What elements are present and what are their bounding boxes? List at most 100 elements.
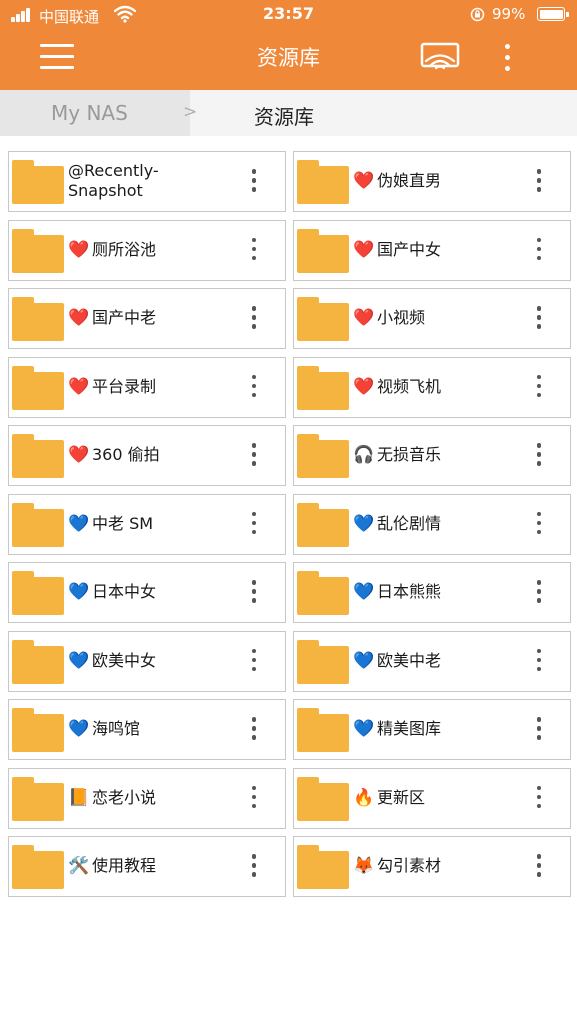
more-vertical-icon[interactable] <box>245 235 263 265</box>
folder-label: ❤️ 小视频 <box>353 289 523 347</box>
folder-label: 💙 欧美中老 <box>353 632 523 690</box>
folder-tile[interactable]: 🔥 更新区 <box>293 767 571 829</box>
folder-label: 💙 中老 SM <box>68 495 238 553</box>
folder-icon <box>12 776 64 822</box>
folder-icon <box>297 297 349 342</box>
folder-tile[interactable]: ❤️ 国产中老 <box>8 288 286 349</box>
folder-tile[interactable]: 💙 乱伦剧情 <box>293 493 571 555</box>
rotation-lock-icon <box>470 7 485 22</box>
app-header: 中国联通 23:57 99% 资源库 <box>0 0 577 90</box>
more-vertical-icon[interactable] <box>245 783 263 813</box>
folder-icon <box>12 845 64 890</box>
folder-icon <box>12 571 64 616</box>
breadcrumb-root-label[interactable]: My NAS <box>51 101 128 125</box>
folder-icon <box>297 708 349 753</box>
more-vertical-icon[interactable] <box>245 372 263 402</box>
folder-tile[interactable]: 🎧 无损音乐 <box>293 425 571 486</box>
folder-tile[interactable]: ❤️ 小视频 <box>293 288 571 349</box>
folder-icon <box>297 639 349 685</box>
cast-icon[interactable] <box>420 42 460 72</box>
folder-label: 🔥 更新区 <box>353 769 523 827</box>
folder-label: 🛠️ 使用教程 <box>68 837 238 895</box>
folder-name: 恋老小说 <box>92 787 157 807</box>
folder-tile[interactable]: 💙 海鸣馆 <box>8 699 286 760</box>
more-vertical-icon[interactable] <box>245 646 263 676</box>
folder-tile[interactable]: 💙 欧美中老 <box>293 630 571 692</box>
folder-label: 💙 日本中女 <box>68 563 238 621</box>
folder-label: 🦊 勾引素材 <box>353 837 523 895</box>
folder-tile[interactable]: 🛠️ 使用教程 <box>8 836 286 897</box>
more-vertical-icon[interactable] <box>530 440 548 470</box>
folder-tile[interactable]: 📙 恋老小说 <box>8 767 286 829</box>
folder-name: 欧美中老 <box>377 650 442 670</box>
more-vertical-icon[interactable] <box>530 166 548 196</box>
more-vertical-icon[interactable] <box>245 851 263 881</box>
folder-icon <box>297 571 349 616</box>
more-vertical-icon[interactable] <box>530 372 548 402</box>
page-title: 资源库 <box>257 46 320 70</box>
folder-emoji: ❤️ <box>68 239 90 260</box>
folder-name: 使用教程 <box>92 856 157 875</box>
more-vertical-icon[interactable] <box>245 577 263 607</box>
folder-tile[interactable]: @Recently- Snapshot <box>8 151 286 212</box>
folder-name: 小视频 <box>377 308 426 327</box>
breadcrumb: My NAS > 资源库 <box>0 90 577 136</box>
more-vertical-icon[interactable] <box>530 577 548 607</box>
folder-icon <box>12 502 64 548</box>
folder-name: 欧美中女 <box>92 650 157 670</box>
folder-tile[interactable]: ❤️ 360 偷拍 <box>8 425 286 486</box>
more-vertical-icon[interactable] <box>245 714 263 744</box>
folder-tile[interactable]: 🦊 勾引素材 <box>293 836 571 897</box>
folder-icon <box>12 365 64 411</box>
folder-emoji: 🎧 <box>353 445 375 465</box>
folder-name: 国产中老 <box>92 308 157 327</box>
more-vertical-icon[interactable] <box>245 509 263 539</box>
folder-emoji: 📙 <box>68 787 90 808</box>
folder-tile[interactable]: ❤️ 国产中女 <box>293 219 571 281</box>
more-vertical-icon[interactable] <box>530 714 548 744</box>
folder-tile[interactable]: ❤️ 厕所浴池 <box>8 219 286 281</box>
folder-icon <box>297 160 349 205</box>
folder-tile[interactable]: 💙 精美图库 <box>293 699 571 760</box>
folder-tile[interactable]: ❤️ 视频飞机 <box>293 356 571 418</box>
more-vertical-icon[interactable] <box>245 303 263 333</box>
folder-name: 更新区 <box>377 787 426 807</box>
folder-label: ❤️ 伪娘直男 <box>353 152 523 210</box>
more-vertical-icon[interactable] <box>530 783 548 813</box>
folder-name: 平台录制 <box>92 376 157 396</box>
folder-emoji: ❤️ <box>68 376 90 397</box>
more-vertical-icon[interactable] <box>530 235 548 265</box>
folder-label: ❤️ 国产中女 <box>353 221 523 279</box>
folder-label: 💙 海鸣馆 <box>68 700 238 758</box>
more-vertical-icon[interactable] <box>530 509 548 539</box>
folder-tile[interactable]: 💙 中老 SM <box>8 493 286 555</box>
battery-icon <box>537 7 569 21</box>
breadcrumb-root[interactable]: My NAS <box>0 90 190 136</box>
more-vertical-icon[interactable] <box>530 646 548 676</box>
folder-label: 📙 恋老小说 <box>68 769 238 827</box>
folder-icon <box>297 845 349 890</box>
more-vertical-icon[interactable] <box>245 166 263 196</box>
folder-icon <box>12 297 64 342</box>
more-vertical-icon[interactable] <box>530 851 548 881</box>
folder-emoji: ❤️ <box>68 445 90 465</box>
folder-label: ❤️ 360 偷拍 <box>68 426 238 484</box>
folder-tile[interactable]: ❤️ 平台录制 <box>8 356 286 418</box>
folder-name: 厕所浴池 <box>92 239 157 259</box>
folder-icon <box>12 228 64 274</box>
folder-icon <box>297 776 349 822</box>
folder-tile[interactable]: ❤️ 伪娘直男 <box>293 151 571 212</box>
more-vertical-icon[interactable] <box>245 440 263 470</box>
folder-icon <box>12 434 64 479</box>
folder-tile[interactable]: 💙 日本熊熊 <box>293 562 571 623</box>
folder-tile[interactable]: 💙 日本中女 <box>8 562 286 623</box>
folder-label: 💙 日本熊熊 <box>353 563 523 621</box>
folder-icon <box>12 708 64 753</box>
folder-tile[interactable]: 💙 欧美中女 <box>8 630 286 692</box>
folder-emoji: ❤️ <box>353 171 375 191</box>
folder-label: ❤️ 平台录制 <box>68 358 238 416</box>
clock: 23:57 <box>263 4 314 23</box>
folder-label: 🎧 无损音乐 <box>353 426 523 484</box>
more-vertical-icon[interactable] <box>497 42 517 74</box>
more-vertical-icon[interactable] <box>530 303 548 333</box>
